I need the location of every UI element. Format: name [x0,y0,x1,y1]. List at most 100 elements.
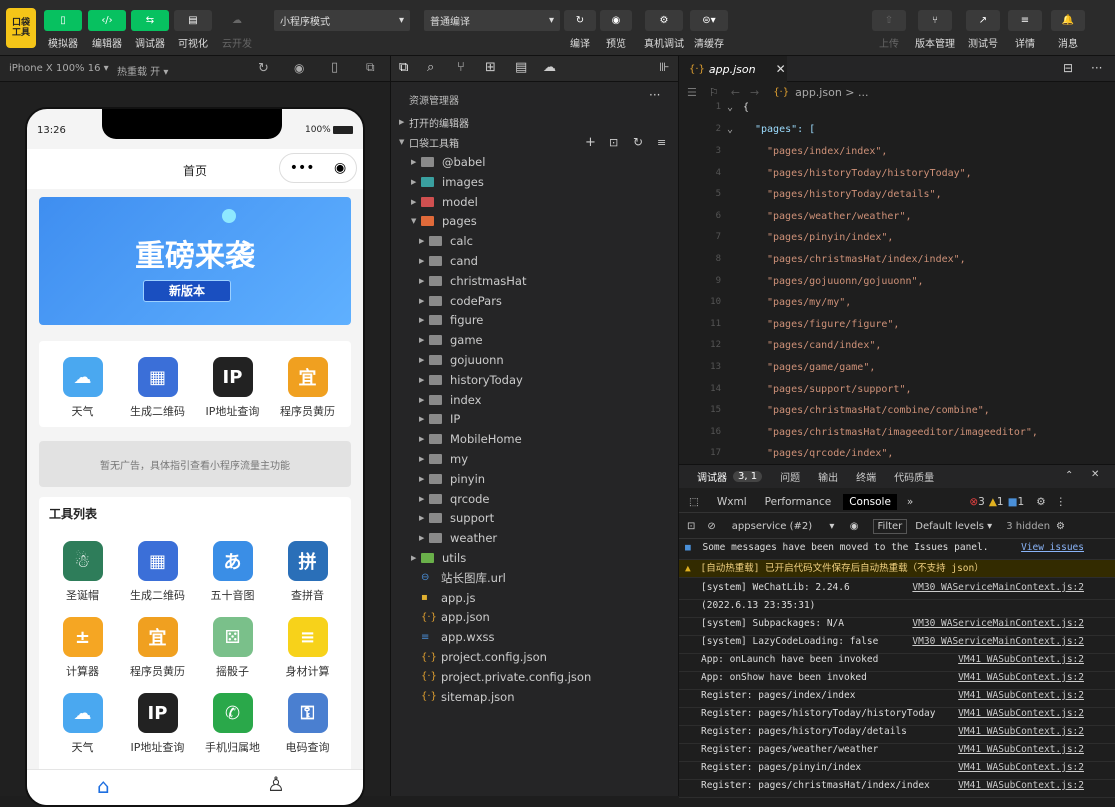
tool-item[interactable]: ☁ 天气 [45,693,120,755]
extensions-icon[interactable]: ⊞ [485,60,496,75]
phone-icon[interactable]: ▯ [331,60,338,75]
messages-button[interactable]: 🔔 [1051,10,1085,31]
tab-console[interactable]: Console [843,493,897,510]
close-icon[interactable]: ✕ [776,62,786,76]
tree-folder[interactable]: ▶ my [391,449,679,469]
tree-folder[interactable]: ▶ gojuuonn [391,350,679,370]
tool-item[interactable]: ☃ 圣诞帽 [45,541,120,603]
user-icon[interactable]: ♙ [267,772,285,796]
settings-icon[interactable]: ⚙ [1056,521,1065,532]
tree-folder[interactable]: ▶ @babel [391,152,679,172]
hot-reload-select[interactable]: 热重载 开 ▾ [117,63,168,78]
tool-item[interactable]: 拼查拼音 [270,541,345,603]
tool-item[interactable]: ± 计算器 [45,617,120,679]
filter-input[interactable]: Filter [872,519,908,534]
log-source-link[interactable]: VM41 WASubContext.js:2 [958,726,1084,737]
sidebar-toggle-icon[interactable]: ⊡ [687,521,695,532]
tree-folder[interactable]: ▶ historyToday [391,370,679,390]
tool-item[interactable]: あ五十音图 [195,541,270,603]
tree-folder[interactable]: ▶ cand [391,251,679,271]
settings-icon[interactable]: ⚙ [1036,496,1045,508]
banner[interactable]: 重磅来袭 新版本 [39,197,351,325]
tab-app-json[interactable]: {·} app.json ✕ [679,56,787,82]
tool-item[interactable]: ⚄ 摇骰子 [195,617,270,679]
more-icon[interactable]: ··· [649,88,660,102]
cloud-icon[interactable]: ☁ [543,60,556,75]
tree-folder[interactable]: ▶ images [391,172,679,192]
split-editor-icon[interactable]: ⊟ [1063,61,1073,75]
tree-folder[interactable]: ▶ christmasHat [391,271,679,291]
tree-folder[interactable]: ▶ IP [391,409,679,429]
tab-terminal[interactable]: 终端 [856,469,876,484]
log-source-link[interactable]: VM30 WAServiceMainContext.js:2 [912,582,1084,593]
tree-folder[interactable]: ▶ support [391,508,679,528]
tab-performance[interactable]: Performance [765,496,832,508]
simulator-toggle-button[interactable]: ▯ [44,10,82,31]
tree-folder[interactable]: ▶ MobileHome [391,429,679,449]
tree-folder[interactable]: ▶ pinyin [391,469,679,489]
forward-icon[interactable]: → [750,86,759,99]
tree-file[interactable]: {·} sitemap.json [391,687,679,707]
details-button[interactable]: ≡ [1008,10,1042,31]
log-source-link[interactable]: VM41 WASubContext.js:2 [958,690,1084,701]
refresh-icon[interactable]: ↻ [258,61,269,76]
more-icon[interactable]: ⋮ [1056,496,1067,508]
quick-app-item[interactable]: ☁ 天气 [45,357,120,419]
source-control-icon[interactable]: ⑂ [457,60,465,75]
version-button[interactable]: ⑂ [918,10,952,31]
visual-toggle-button[interactable]: ▤ [174,10,212,31]
editor-toggle-button[interactable]: ‹/› [88,10,126,31]
tree-folder[interactable]: ▶ weather [391,528,679,548]
remote-debug-button[interactable]: ⚙ [645,10,683,31]
tree-folder[interactable]: ▶ calc [391,231,679,251]
tool-item[interactable]: ⚿ 电码查询 [270,693,345,755]
new-folder-icon[interactable]: ⊡ [609,136,618,149]
log-source-link[interactable]: VM41 WASubContext.js:2 [958,672,1084,683]
tree-folder[interactable]: ▶ qrcode [391,489,679,509]
collapse-icon[interactable]: ≡ [657,136,666,149]
more-icon[interactable]: ··· [1091,61,1102,75]
split-icon[interactable]: ⊪ [659,60,669,74]
tree-file[interactable]: {·} project.config.json [391,647,679,667]
fold-icon[interactable]: ⌄ [727,102,733,113]
tool-item[interactable]: ▦ 生成二维码 [120,541,195,603]
tab-code-quality[interactable]: 代码质量 [894,469,934,484]
tree-file[interactable]: ≡ app.wxss [391,627,679,647]
panel-icon[interactable]: ▤ [515,60,527,75]
tree-folder[interactable]: ▶ index [391,390,679,410]
tree-file[interactable]: {·} app.json [391,607,679,627]
tool-item[interactable]: ✆ 手机归属地 [195,693,270,755]
tree-folder[interactable]: ▶ utils [391,548,679,568]
home-icon[interactable]: ⌂ [97,774,110,798]
quick-app-item[interactable]: ▦ 生成二维码 [120,357,195,419]
detach-window-icon[interactable]: ⧉ [366,60,375,75]
clear-console-icon[interactable]: ⊘ [707,521,715,532]
quick-app-item[interactable]: 宜程序员黄历 [270,357,345,419]
stop-icon[interactable]: ◉ [294,61,304,75]
bookmark-icon[interactable]: ⚐ [709,86,719,99]
open-editors-section[interactable]: ▶ 打开的编辑器 [391,112,679,132]
list-icon[interactable]: ☰ [687,86,697,99]
clear-cache-button[interactable]: ⊜▾ [690,10,728,31]
view-issues-link[interactable]: View issues [1021,542,1084,553]
more-tabs-icon[interactable]: » [907,496,913,508]
tool-item[interactable]: IP IP地址查询 [120,693,195,755]
quick-app-item[interactable]: IP IP地址查询 [195,357,270,419]
capsule-button[interactable]: ••• ◉ [279,153,357,183]
chevron-up-icon[interactable]: ⌃ [1065,470,1073,481]
upload-button[interactable]: ⇧ [872,10,906,31]
tab-issues[interactable]: 问题 [780,469,800,484]
refresh-icon[interactable]: ↻ [633,135,643,149]
tool-item[interactable]: 宜程序员黄历 [120,617,195,679]
debugger-toggle-button[interactable]: ⇆ [131,10,169,31]
tree-file[interactable]: ⊖ 站长图库.url [391,568,679,588]
compile-button[interactable]: ↻ [564,10,596,31]
tree-file[interactable]: ▪ app.js [391,588,679,608]
context-select[interactable]: appservice (#2) ▾ [732,521,842,532]
tree-folder[interactable]: ▶ codePars [391,291,679,311]
log-source-link[interactable]: VM41 WASubContext.js:2 [958,762,1084,773]
log-source-link[interactable]: VM30 WAServiceMainContext.js:2 [912,618,1084,629]
back-icon[interactable]: ← [731,86,740,99]
preview-button[interactable]: ◉ [600,10,632,31]
tab-debugger[interactable]: 调试器 [697,469,727,484]
